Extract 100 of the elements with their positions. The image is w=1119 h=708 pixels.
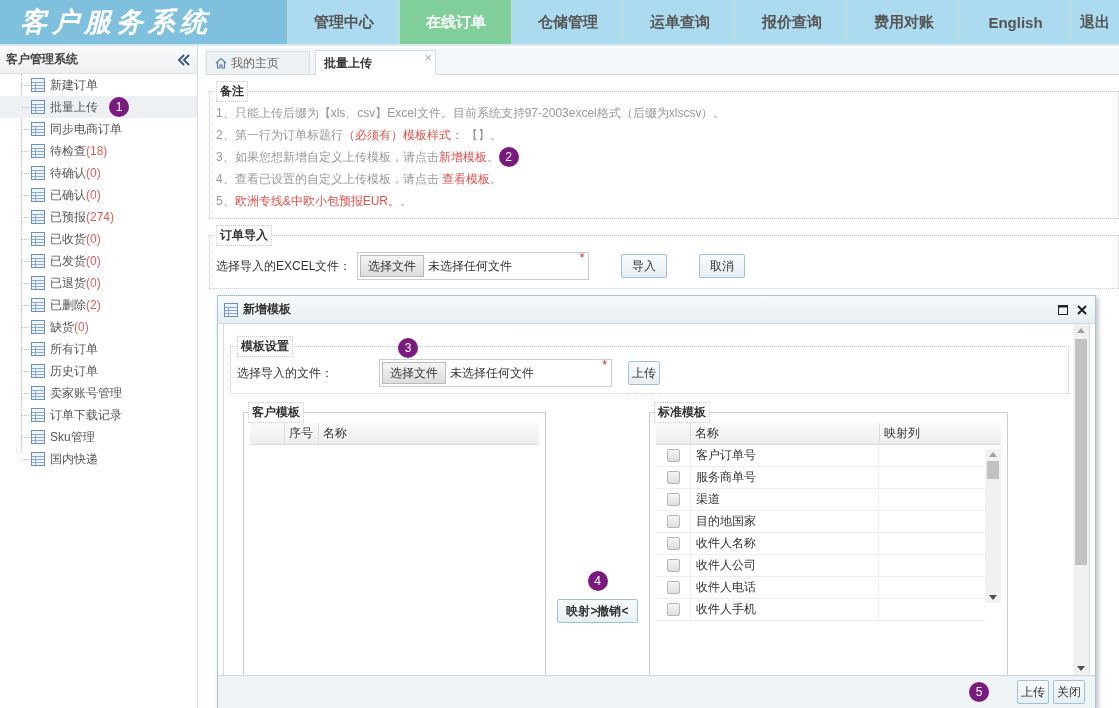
grid-icon <box>31 430 45 444</box>
sidebar-item[interactable]: 国内快递 <box>0 448 197 470</box>
nav-tab[interactable]: 运单查询 <box>623 0 735 44</box>
sidebar-item[interactable]: 订单下载记录 <box>0 404 197 426</box>
step-marker: 5 <box>969 682 989 702</box>
table-cell: 渠道 <box>690 489 879 510</box>
item-label: 待检查(18) <box>50 142 108 160</box>
step-marker: 2 <box>498 147 519 167</box>
nav-tab[interactable]: 仓储管理 <box>511 0 623 44</box>
sidebar-item[interactable]: 新建订单 <box>0 74 197 96</box>
checkbox[interactable] <box>666 537 680 550</box>
note-text: 5、欧洲专线&中欧小包预报EUR。。 <box>216 192 413 210</box>
table-cell: 目的地国家 <box>690 511 879 532</box>
checkbox[interactable] <box>666 603 680 616</box>
scroll-up-icon <box>1077 328 1085 333</box>
item-label: 卖家账号管理 <box>50 384 122 402</box>
checkbox[interactable] <box>666 581 680 594</box>
scrollbar-thumb[interactable] <box>1075 339 1087 565</box>
grid-icon <box>31 298 45 312</box>
grid-icon <box>31 364 45 378</box>
section-title: 模板设置 <box>237 336 293 357</box>
scrollbar-thumb[interactable] <box>987 461 999 479</box>
sidebar-item[interactable]: 缺货(0) <box>0 316 197 338</box>
template-link[interactable]: 查看模板 <box>442 171 490 186</box>
grid-icon <box>31 100 45 114</box>
table-cell: 客户订单号 <box>690 445 879 466</box>
nav-tab[interactable]: English <box>959 0 1071 44</box>
grid-icon <box>31 188 45 202</box>
table-cell: 收件人手机 <box>690 599 879 620</box>
grid-icon <box>31 166 45 180</box>
nav-tab[interactable]: 退出 <box>1071 0 1119 44</box>
upload-button[interactable]: 上传 <box>1017 680 1049 704</box>
sidebar-item[interactable]: 已发货(0) <box>0 250 197 272</box>
checkbox[interactable] <box>666 449 680 462</box>
nav-tab[interactable]: 报价查询 <box>735 0 847 44</box>
field-label: 选择导入的EXCEL文件： <box>216 257 352 275</box>
dialog-title: 新增模板 <box>243 301 292 318</box>
item-label: 批量上传 <box>50 98 98 116</box>
maximize-button[interactable] <box>1056 302 1070 317</box>
grid-icon <box>224 302 238 317</box>
checkbox[interactable] <box>666 559 680 572</box>
sidebar-item[interactable]: 已退货(0) <box>0 272 197 294</box>
grid-icon <box>31 232 45 246</box>
sidebar-item[interactable]: Sku管理 <box>0 426 197 448</box>
checkbox[interactable] <box>666 515 680 528</box>
checkbox[interactable] <box>666 493 680 506</box>
item-label: 历史订单 <box>50 362 98 380</box>
sidebar-item[interactable]: 待确认(0) <box>0 162 197 184</box>
grid-icon <box>31 144 45 158</box>
grid-icon <box>31 210 45 224</box>
item-label: 已发货(0) <box>50 252 101 270</box>
template-link[interactable]: 新增模板 <box>438 149 487 164</box>
choose-file-button[interactable]: 选择文件 <box>382 362 446 384</box>
grid-icon <box>31 408 45 422</box>
sidebar-item[interactable]: 已确认(0) <box>0 184 197 206</box>
upload-button[interactable]: 上传 <box>628 361 660 385</box>
scroll-down-icon <box>989 595 997 600</box>
checkbox[interactable] <box>666 471 680 484</box>
sidebar-item[interactable]: 历史订单 <box>0 360 197 382</box>
scrollbar[interactable] <box>985 449 1001 603</box>
item-label: 国内快递 <box>50 450 98 468</box>
field-label: 选择导入的文件： <box>237 364 333 382</box>
note-text: 2、第一行为订单标题行（必须有）模板样式： 【】。 <box>216 126 503 144</box>
close-dialog-button[interactable]: 关闭 <box>1053 680 1085 704</box>
sidebar-item[interactable]: 已删除(2) <box>0 294 197 316</box>
sidebar-item[interactable]: 卖家账号管理 <box>0 382 197 404</box>
grid-icon <box>31 342 45 356</box>
page-tab[interactable]: 批量上传 × <box>315 50 436 75</box>
file-field[interactable]: 选择文件 未选择任何文件 * <box>357 252 590 280</box>
sidebar-item[interactable]: 所有订单 <box>0 338 197 360</box>
step-marker: 3 <box>398 338 418 358</box>
app-logo: 客户服务系统 <box>0 0 287 44</box>
sidebar-item[interactable]: 批量上传 1 <box>0 96 197 118</box>
scrollbar[interactable] <box>1073 324 1089 675</box>
nav-tab[interactable]: 费用对账 <box>847 0 959 44</box>
cancel-button[interactable]: 取消 <box>699 254 746 278</box>
item-label: 缺货(0) <box>50 318 89 336</box>
sidebar-item[interactable]: 待检查(18) <box>0 140 197 162</box>
column-header: 序号 <box>284 423 318 444</box>
item-label: 已删除(2) <box>50 296 101 314</box>
nav-tab[interactable]: 管理中心 <box>287 0 399 44</box>
import-button[interactable]: 导入 <box>621 254 668 278</box>
sidebar-item[interactable]: 同步电商订单 <box>0 118 197 140</box>
table-cell: 收件人电话 <box>690 577 879 598</box>
file-field[interactable]: 选择文件 未选择任何文件 * <box>379 359 612 387</box>
grid-icon <box>31 386 45 400</box>
sidebar-item[interactable]: 已预报(274) <box>0 206 197 228</box>
map-button[interactable]: 映射>撤销< <box>557 599 638 623</box>
page-tab[interactable]: 我的主页 <box>206 51 310 74</box>
sidebar-item[interactable]: 已收货(0) <box>0 228 197 250</box>
maximize-icon <box>1058 304 1068 315</box>
grid-icon <box>31 452 45 466</box>
file-status: 未选择任何文件 <box>450 364 535 382</box>
close-button[interactable] <box>1075 302 1089 317</box>
choose-file-button[interactable]: 选择文件 <box>360 255 425 277</box>
step-marker: 1 <box>109 97 129 117</box>
column-header: 名称 <box>690 423 879 444</box>
note-text: 4、查看已设置的自定义上传模板，请点击 查看模板。 <box>216 170 502 188</box>
item-label: 同步电商订单 <box>50 120 122 138</box>
file-status: 未选择任何文件 <box>428 257 514 275</box>
